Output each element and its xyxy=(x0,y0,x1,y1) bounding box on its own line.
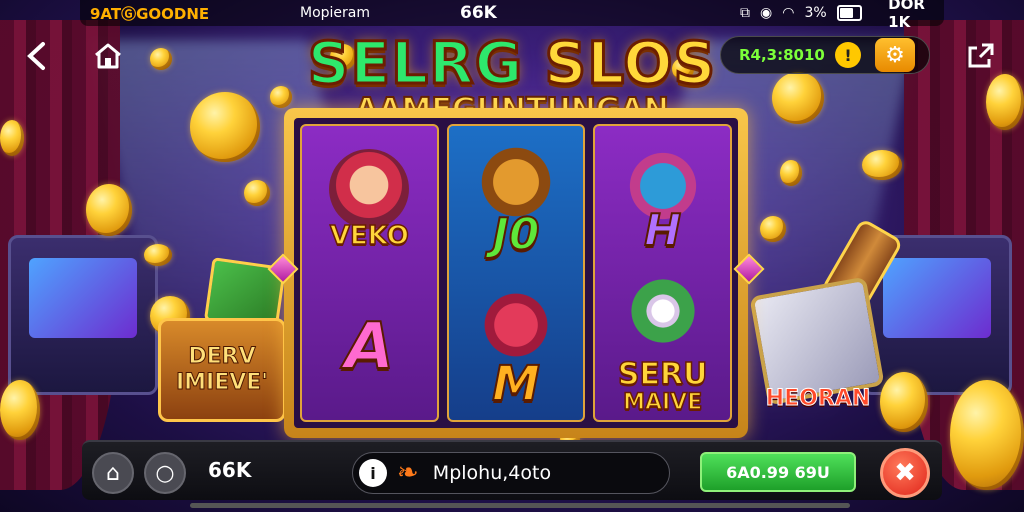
share-button[interactable] xyxy=(960,36,1000,76)
chest-label-line2: IMIEVE' xyxy=(175,370,269,396)
symbol-label-line1: SERU xyxy=(617,356,708,392)
share-icon xyxy=(968,43,994,68)
lock-rotation-icon: ⧉ xyxy=(740,5,750,21)
reel-1[interactable]: VEKO A xyxy=(300,124,439,422)
badge-name: HEORAN xyxy=(765,386,871,412)
pearl-icon xyxy=(622,278,703,359)
symbol-label: VEKO xyxy=(329,220,409,252)
symbol-helmet: H xyxy=(603,130,723,270)
warning-icon[interactable]: ! xyxy=(835,42,861,68)
status-icons: ⧉ ◉ ◠ 3% DOR 1K xyxy=(740,0,934,31)
home-indicator xyxy=(190,503,850,508)
alarm-icon: ◉ xyxy=(760,5,773,21)
symbol-letter: H xyxy=(643,204,682,256)
symbol-letter: A xyxy=(344,309,396,384)
coin-icon xyxy=(780,160,802,186)
reels: VEKO A J0 M H SERU MAIVE xyxy=(294,118,738,428)
spin-button[interactable]: 6A0.99 69U xyxy=(700,452,856,492)
home-icon: ⌂ xyxy=(106,460,120,486)
lobby-button[interactable]: ⌂ xyxy=(92,452,134,494)
coin-icon xyxy=(950,380,1024,490)
settings-button[interactable]: ⚙ xyxy=(875,38,915,72)
treasure-chest: DERV IMIEVE' xyxy=(150,257,288,422)
battery-percent: 3% xyxy=(804,5,827,21)
game-stage: DERV IMIEVE' HEORAN SELRG SLOS AAMEGUNTU… xyxy=(0,0,1024,512)
balance-amount: R4,3:8010 xyxy=(739,46,825,64)
title-word-1: SELRG xyxy=(306,29,524,97)
symbol-burger: J0 xyxy=(456,130,576,270)
coin-icon xyxy=(862,150,902,180)
symbol-letter: M xyxy=(491,355,541,412)
battery-icon xyxy=(836,5,863,21)
gear-icon: ⚙ xyxy=(885,42,905,68)
back-button[interactable] xyxy=(16,36,56,76)
symbol-label-line2: MAIVE xyxy=(622,389,703,415)
home-icon xyxy=(95,43,121,69)
coin-icon xyxy=(760,216,786,242)
balance-display[interactable]: R4,3:8010 ! ⚙ xyxy=(720,36,930,74)
chevron-left-icon xyxy=(27,42,45,70)
chest-box: DERV IMIEVE' xyxy=(158,318,286,422)
chest-label-line1: DERV xyxy=(188,344,256,370)
home-button[interactable] xyxy=(88,36,128,76)
symbol-girl: VEKO xyxy=(309,130,429,270)
reel-3[interactable]: H SERU MAIVE xyxy=(593,124,733,422)
symbol-hat: M xyxy=(456,277,576,417)
symbol-pearl: SERU MAIVE xyxy=(603,277,723,417)
coin-icon xyxy=(0,380,40,440)
status-label: Mopieram xyxy=(300,5,371,21)
girl-icon xyxy=(329,148,410,229)
reel-2[interactable]: J0 M xyxy=(446,124,586,422)
arcade-machine-left xyxy=(8,235,158,395)
message-bar[interactable]: i ❧ Mplohu,4oto xyxy=(352,452,670,494)
symbol-label: J0 xyxy=(492,208,541,260)
status-count: 66K xyxy=(460,3,497,23)
history-button[interactable]: ○ xyxy=(144,452,186,494)
status-right-text: DOR 1K xyxy=(888,0,925,31)
status-bar: 9ATⒼGOODNE Mopieram 66K ⧉ ◉ ◠ 3% DOR 1K xyxy=(80,0,944,31)
hat-icon xyxy=(476,284,556,365)
credit-display: 66K xyxy=(208,458,252,482)
coin-icon xyxy=(244,180,270,206)
info-icon[interactable]: i xyxy=(359,459,387,487)
bottom-bar: ⌂ ○ 66K i ❧ Mplohu,4oto 6A0.99 69U ✖ xyxy=(82,440,942,500)
flame-icon: ❧ xyxy=(397,458,419,488)
coin-icon xyxy=(86,184,132,236)
wifi-icon: ◠ xyxy=(782,5,795,21)
title-word-2: SLOS xyxy=(543,29,717,97)
reel-frame: VEKO A J0 M H SERU MAIVE xyxy=(267,108,765,438)
ring-icon: ○ xyxy=(155,460,175,486)
brand-logo: 9ATⒼGOODNE xyxy=(90,4,210,23)
message-text: Mplohu,4oto xyxy=(432,462,552,484)
close-button[interactable]: ✖ xyxy=(880,448,930,498)
hero-badge: HEORAN xyxy=(748,217,904,432)
symbol-letter-a: A xyxy=(309,277,429,417)
